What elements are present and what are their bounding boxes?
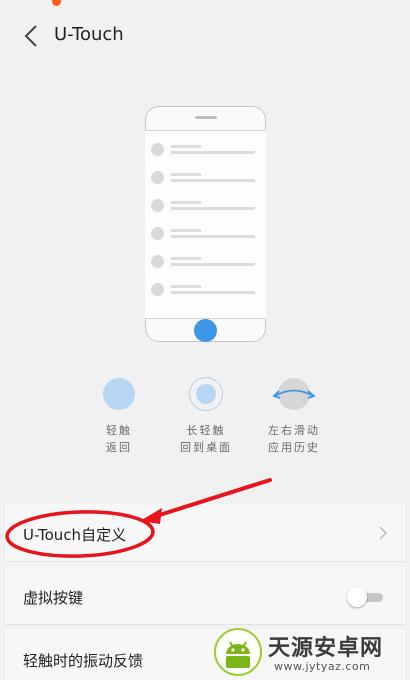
watermark-url: www.jytyaz.com (274, 660, 371, 673)
gesture-label: 左右滑动 应用历史 (268, 424, 320, 454)
gesture-swipe-history: 左右滑动 应用历史 (249, 376, 339, 456)
virtual-keys-toggle[interactable] (347, 587, 385, 607)
settings-item-utouch-custom[interactable]: U-Touch自定义 (5, 504, 405, 562)
home-button-icon (194, 319, 217, 342)
page-title: U-Touch (54, 24, 124, 45)
gesture-long-press-home: 长轻触 回到桌面 (161, 376, 251, 456)
long-press-circle-icon (196, 384, 216, 404)
list-row-placeholder (151, 255, 257, 269)
chevron-left-icon[interactable] (18, 22, 44, 50)
phone-screen (145, 130, 266, 319)
list-row-placeholder (151, 199, 257, 213)
list-row-placeholder (151, 143, 257, 157)
watermark-name: 天源安卓网 (268, 636, 384, 661)
toggle-knob (347, 587, 367, 607)
notification-dot-icon (52, 0, 61, 6)
list-row-placeholder (151, 283, 257, 297)
tap-circle-icon (103, 378, 135, 410)
app-header: U-Touch (0, 14, 410, 58)
settings-item-virtual-keys[interactable]: 虚拟按键 (5, 567, 405, 625)
settings-item-label: U-Touch自定义 (23, 526, 127, 544)
phone-illustration (145, 106, 266, 342)
list-row-placeholder (151, 171, 257, 185)
settings-item-label: 轻触时的振动反馈 (23, 652, 144, 670)
gesture-tap-back: 轻触 返回 (74, 376, 164, 456)
list-row-placeholder (151, 227, 257, 241)
phone-speaker (195, 116, 217, 119)
android-logo-icon (214, 628, 262, 676)
watermark: 天源安卓网 www.jytyaz.com (214, 628, 404, 678)
swipe-arc-icon (272, 389, 316, 399)
gesture-label: 轻触 返回 (106, 424, 132, 454)
gesture-label: 长轻触 回到桌面 (180, 424, 232, 454)
status-bar (0, 0, 410, 10)
chevron-right-icon (379, 526, 388, 540)
settings-item-label: 虚拟按键 (23, 589, 84, 607)
